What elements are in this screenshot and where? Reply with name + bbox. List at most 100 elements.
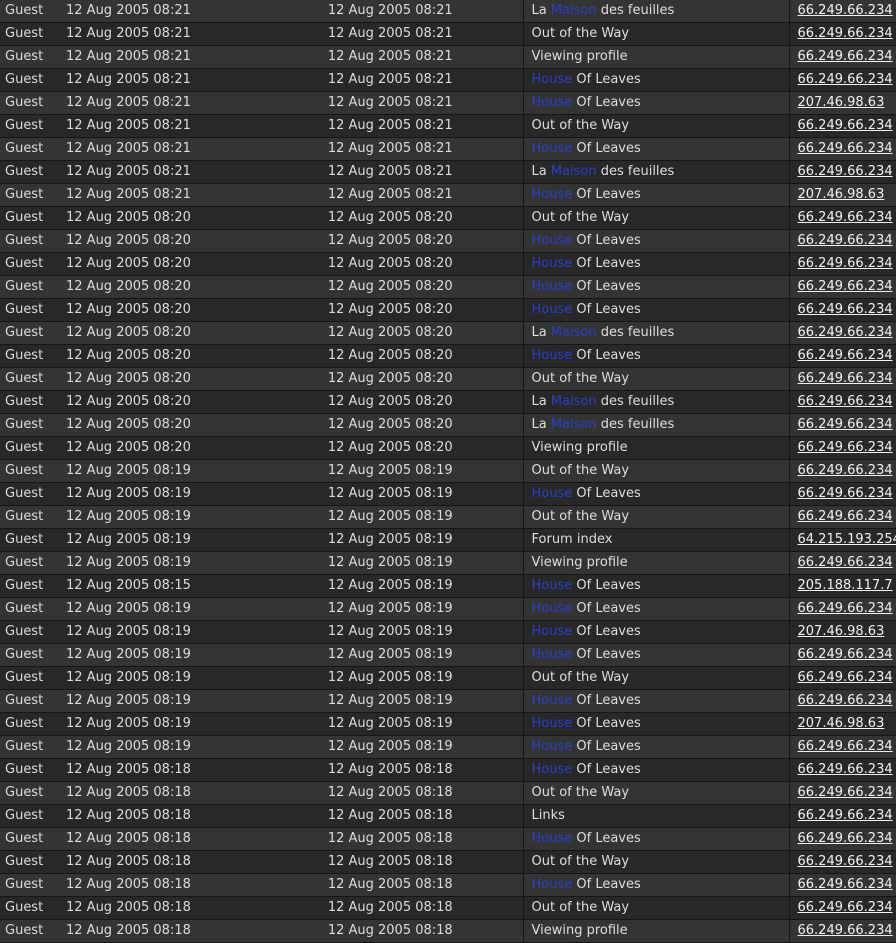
location-link[interactable]: Viewing profile (532, 440, 628, 455)
ip-address-link[interactable]: 66.249.66.234 (798, 164, 893, 179)
location-link[interactable]: House Of Leaves (532, 716, 641, 731)
location-link[interactable]: House Of Leaves (532, 578, 641, 593)
location-link[interactable]: Out of the Way (532, 670, 630, 685)
username: Guest (5, 578, 44, 593)
last-updated-cell: 12 Aug 2005 08:18 (258, 781, 524, 805)
ip-address-link[interactable]: 66.249.66.234 (798, 141, 893, 156)
location-link[interactable]: House Of Leaves (532, 233, 641, 248)
ip-address-link[interactable]: 64.215.193.254 (798, 532, 896, 547)
location-link[interactable]: Viewing profile (532, 923, 628, 938)
ip-address-link[interactable]: 207.46.98.63 (798, 624, 885, 639)
ip-address-link[interactable]: 66.249.66.234 (798, 256, 893, 271)
ip-address-link[interactable]: 66.249.66.234 (798, 762, 893, 777)
ip-address-link[interactable]: 66.249.66.234 (798, 739, 893, 754)
ip-address-link[interactable]: 66.249.66.234 (798, 854, 893, 869)
location-text-pre: La (531, 3, 551, 18)
location-link[interactable]: La Maison des feuilles (532, 325, 675, 340)
joined-cell: 12 Aug 2005 08:21 (62, 160, 258, 184)
location-link[interactable]: House Of Leaves (532, 72, 641, 87)
ip-address-link[interactable]: 66.249.66.234 (798, 233, 893, 248)
ip-address-link[interactable]: 66.249.66.234 (798, 394, 893, 409)
location-link[interactable]: House Of Leaves (532, 693, 641, 708)
location-text-post: Of Leaves (572, 95, 641, 110)
location-link[interactable]: Out of the Way (532, 509, 630, 524)
last-updated-time: 12 Aug 2005 08:19 (327, 463, 453, 478)
location-cell: La Maison des feuilles (523, 160, 790, 184)
ip-address-link[interactable]: 66.249.66.234 (798, 302, 893, 317)
ip-address-link[interactable]: 66.249.66.234 (798, 279, 893, 294)
ip-address-link[interactable]: 66.249.66.234 (798, 49, 893, 64)
ip-address-link[interactable]: 205.188.117.7 (798, 578, 893, 593)
ip-address-link[interactable]: 66.249.66.234 (798, 900, 893, 915)
last-updated-time: 12 Aug 2005 08:18 (327, 854, 453, 869)
ip-address-link[interactable]: 66.249.66.234 (798, 371, 893, 386)
ip-address-link[interactable]: 66.249.66.234 (798, 463, 893, 478)
username-cell: Guest (0, 551, 62, 575)
location-link[interactable]: Out of the Way (532, 900, 630, 915)
ip-address-link[interactable]: 66.249.66.234 (798, 923, 893, 938)
location-link[interactable]: House Of Leaves (532, 348, 641, 363)
location-text-post: Of Leaves (572, 486, 641, 501)
location-text-highlight: House (531, 716, 573, 731)
ip-address-link[interactable]: 66.249.66.234 (798, 808, 893, 823)
ip-address-link[interactable]: 207.46.98.63 (798, 187, 885, 202)
ip-address-link[interactable]: 66.249.66.234 (798, 647, 893, 662)
location-cell: House Of Leaves (523, 597, 790, 621)
location-cell: Out of the Way (523, 505, 790, 529)
last-updated-cell: 12 Aug 2005 08:18 (258, 758, 524, 782)
location-link[interactable]: House Of Leaves (532, 95, 641, 110)
ip-address-link[interactable]: 66.249.66.234 (798, 417, 893, 432)
ip-address-link[interactable]: 66.249.66.234 (798, 440, 893, 455)
ip-cell: 66.249.66.234 (789, 298, 896, 322)
location-link[interactable]: House Of Leaves (532, 486, 641, 501)
ip-address-link[interactable]: 66.249.66.234 (798, 670, 893, 685)
ip-address-link[interactable]: 66.249.66.234 (798, 210, 893, 225)
location-link[interactable]: La Maison des feuilles (532, 3, 675, 18)
ip-address-link[interactable]: 207.46.98.63 (798, 716, 885, 731)
location-link[interactable]: La Maison des feuilles (532, 164, 675, 179)
ip-address-link[interactable]: 66.249.66.234 (798, 509, 893, 524)
location-link[interactable]: Viewing profile (532, 555, 628, 570)
ip-address-link[interactable]: 66.249.66.234 (798, 72, 893, 87)
ip-address-link[interactable]: 66.249.66.234 (798, 118, 893, 133)
location-link[interactable]: Out of the Way (532, 463, 630, 478)
location-link[interactable]: Out of the Way (532, 371, 630, 386)
table-row: Guest 12 Aug 2005 08:15 12 Aug 2005 08:1… (0, 574, 896, 598)
location-link[interactable]: House Of Leaves (532, 256, 641, 271)
location-link[interactable]: House Of Leaves (532, 302, 641, 317)
location-link[interactable]: La Maison des feuilles (532, 417, 675, 432)
ip-address-link[interactable]: 66.249.66.234 (798, 3, 893, 18)
location-link[interactable]: Out of the Way (532, 854, 630, 869)
location-link[interactable]: House Of Leaves (532, 739, 641, 754)
ip-address-link[interactable]: 66.249.66.234 (798, 601, 893, 616)
location-link[interactable]: House Of Leaves (532, 762, 641, 777)
location-link[interactable]: House Of Leaves (532, 877, 641, 892)
ip-address-link[interactable]: 66.249.66.234 (798, 555, 893, 570)
location-link[interactable]: House Of Leaves (532, 141, 641, 156)
location-link[interactable]: La Maison des feuilles (532, 394, 675, 409)
ip-address-link[interactable]: 66.249.66.234 (798, 486, 893, 501)
joined-cell: 12 Aug 2005 08:18 (62, 758, 258, 782)
location-link[interactable]: House Of Leaves (532, 279, 641, 294)
location-link[interactable]: Out of the Way (532, 785, 630, 800)
location-link[interactable]: House Of Leaves (532, 187, 641, 202)
location-link[interactable]: Forum index (532, 532, 613, 547)
location-link[interactable]: Out of the Way (532, 118, 630, 133)
ip-address-link[interactable]: 66.249.66.234 (798, 831, 893, 846)
location-link[interactable]: Out of the Way (532, 210, 630, 225)
location-link[interactable]: House Of Leaves (532, 624, 641, 639)
location-link[interactable]: Links (532, 808, 565, 823)
ip-address-link[interactable]: 66.249.66.234 (798, 325, 893, 340)
ip-address-link[interactable]: 66.249.66.234 (798, 785, 893, 800)
location-link[interactable]: House Of Leaves (532, 647, 641, 662)
location-link[interactable]: Out of the Way (532, 26, 630, 41)
ip-address-link[interactable]: 66.249.66.234 (798, 693, 893, 708)
ip-address-link[interactable]: 207.46.98.63 (798, 95, 885, 110)
location-link[interactable]: House Of Leaves (532, 601, 641, 616)
ip-address-link[interactable]: 66.249.66.234 (798, 26, 893, 41)
location-link[interactable]: House Of Leaves (532, 831, 641, 846)
location-link[interactable]: Viewing profile (532, 49, 628, 64)
ip-address-link[interactable]: 66.249.66.234 (798, 348, 893, 363)
ip-address-link[interactable]: 66.249.66.234 (798, 877, 893, 892)
last-updated-time: 12 Aug 2005 08:19 (327, 716, 453, 731)
